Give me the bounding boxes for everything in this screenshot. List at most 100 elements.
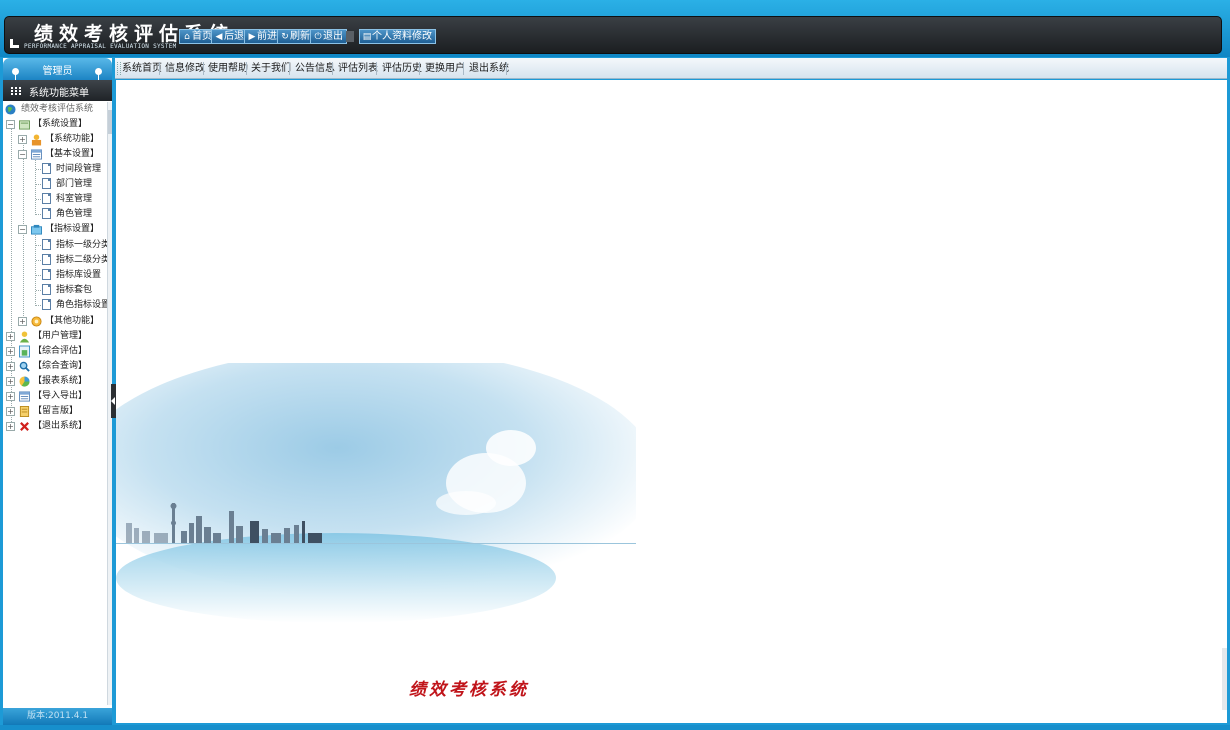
app-subtitle: PERFORMANCE APPRAISAL EVALUATION SYSTEM: [24, 43, 177, 50]
exit-x-icon: [20, 422, 29, 431]
tree-leaf-label: 部门管理: [56, 179, 93, 189]
nav-separator: [203, 62, 204, 75]
import-export-icon: [19, 391, 30, 402]
settings-folder-icon: [19, 120, 30, 130]
welcome-title: 绩效考核系统: [409, 680, 529, 700]
user-icon: [19, 331, 30, 343]
document-icon: [42, 254, 51, 265]
tree-leaf-label: 角色指标设置: [56, 300, 107, 310]
main-scrollbar-fragment[interactable]: [1222, 648, 1227, 710]
globe-icon: [5, 104, 16, 115]
nav-separator: [159, 62, 160, 75]
app-header: 绩效考核评估系统 PERFORMANCE APPRAISAL EVALUATIO…: [0, 0, 1230, 57]
tree-guide: [36, 184, 41, 185]
tree-leaf-label: 指标库设置: [56, 270, 102, 280]
forward-arrow-icon: ▶: [248, 32, 256, 42]
evaluation-icon: [19, 345, 30, 358]
function-tree: 绩效考核评估系统 − 【系统设置】 + 【系统功能】 − 【基本设置】 时间段管…: [3, 102, 107, 705]
tree-guide: [36, 260, 41, 261]
tree-guide: [36, 214, 41, 215]
tree-guide: [36, 290, 41, 291]
tree-guide: [36, 245, 41, 246]
pin-icon: [95, 68, 102, 81]
profile-edit-label: 个人资料修改: [372, 31, 432, 42]
tree-item-label: 【指标设置】: [45, 224, 100, 234]
tree-guide: [36, 305, 41, 306]
nav-separator: [332, 62, 333, 75]
forward-button-label: 前进: [257, 31, 277, 42]
nav-announcements[interactable]: 公告信息: [295, 58, 335, 79]
back-button[interactable]: ◀ 后退: [211, 29, 248, 44]
nav-separator: [246, 62, 247, 75]
document-icon: [42, 163, 51, 174]
profile-card-icon: ▤: [362, 32, 372, 42]
expand-toggle-icon[interactable]: +: [6, 392, 15, 401]
expand-toggle-icon[interactable]: +: [18, 317, 27, 326]
search-icon: [19, 361, 30, 372]
document-icon: [42, 193, 51, 204]
tree-guide: [36, 275, 41, 276]
nav-separator: [289, 62, 290, 75]
nav-help[interactable]: 使用帮助: [208, 58, 248, 79]
expand-toggle-icon[interactable]: +: [6, 362, 15, 371]
nav-info-edit[interactable]: 信息修改: [165, 58, 205, 79]
nav-system-home[interactable]: 系统首页: [122, 58, 162, 79]
tree-leaf-label: 指标套包: [56, 285, 93, 295]
nav-separator: [376, 62, 377, 75]
city-skyline-illustration: [116, 363, 636, 623]
nav-grip-icon: [117, 62, 121, 75]
report-chart-icon: [19, 376, 30, 387]
home-icon: ⌂: [184, 32, 190, 42]
expand-toggle-icon[interactable]: +: [18, 135, 27, 144]
version-footer: 版本:2011.4.1: [3, 708, 112, 725]
tree-item-label: 【导入导出】: [33, 391, 88, 401]
logout-button[interactable]: ⏻退出: [310, 29, 347, 44]
refresh-icon: ↻: [281, 32, 289, 42]
tree-guide: [35, 230, 36, 306]
basic-settings-icon: [31, 149, 42, 160]
nav-exit-system[interactable]: 退出系统: [469, 58, 509, 79]
nav-evaluation-history[interactable]: 评估历史: [382, 58, 422, 79]
toolbar-separator: [346, 31, 354, 42]
tree-leaf-label: 指标二级分类: [56, 255, 107, 265]
tree-leaf-label: 指标一级分类: [56, 240, 107, 250]
expand-toggle-icon[interactable]: +: [6, 332, 15, 341]
document-icon: [42, 178, 51, 189]
tree-guide: [36, 169, 41, 170]
expand-toggle-icon[interactable]: +: [6, 377, 15, 386]
forward-button[interactable]: ▶ 前进: [244, 29, 281, 44]
tree-item-label: 【综合查询】: [33, 361, 88, 371]
tree-item-label: 【系统设置】: [33, 119, 88, 129]
message-board-icon: [19, 406, 30, 417]
back-button-label: 后退: [224, 31, 244, 42]
collapse-toggle-icon[interactable]: −: [18, 225, 27, 234]
other-functions-icon: [31, 316, 42, 327]
tree-item-label: 【系统功能】: [45, 134, 100, 144]
tree-item-label: 【用户管理】: [33, 331, 88, 341]
document-icon: [42, 208, 51, 219]
nav-separator: [463, 62, 464, 75]
nav-separator: [506, 62, 507, 75]
collapse-toggle-icon[interactable]: −: [18, 150, 27, 159]
logo-grid-icon: [10, 39, 19, 48]
role-tab[interactable]: 管理员: [3, 58, 112, 81]
main-content: 绩效考核系统: [116, 80, 1227, 723]
expand-toggle-icon[interactable]: +: [6, 407, 15, 416]
tree-item-label: 【综合评估】: [33, 346, 88, 356]
collapse-toggle-icon[interactable]: −: [6, 120, 15, 129]
expand-toggle-icon[interactable]: +: [6, 347, 15, 356]
document-icon: [42, 299, 51, 310]
expand-toggle-icon[interactable]: +: [6, 422, 15, 431]
refresh-button[interactable]: ↻刷新: [277, 29, 314, 44]
nav-evaluation-list[interactable]: 评估列表: [338, 58, 378, 79]
tree-root-label: 绩效考核评估系统: [21, 104, 94, 114]
document-icon: [42, 284, 51, 295]
tree-leaf-label: 科室管理: [56, 194, 93, 204]
user-function-icon: [31, 134, 42, 146]
tree-item-label: 【其他功能】: [45, 316, 100, 326]
nav-switch-user[interactable]: 更换用户: [425, 58, 465, 79]
power-icon: ⏻: [314, 32, 322, 42]
profile-edit-button[interactable]: ▤个人资料修改: [359, 29, 436, 44]
nav-about[interactable]: 关于我们: [251, 58, 291, 79]
nav-separator: [419, 62, 420, 75]
